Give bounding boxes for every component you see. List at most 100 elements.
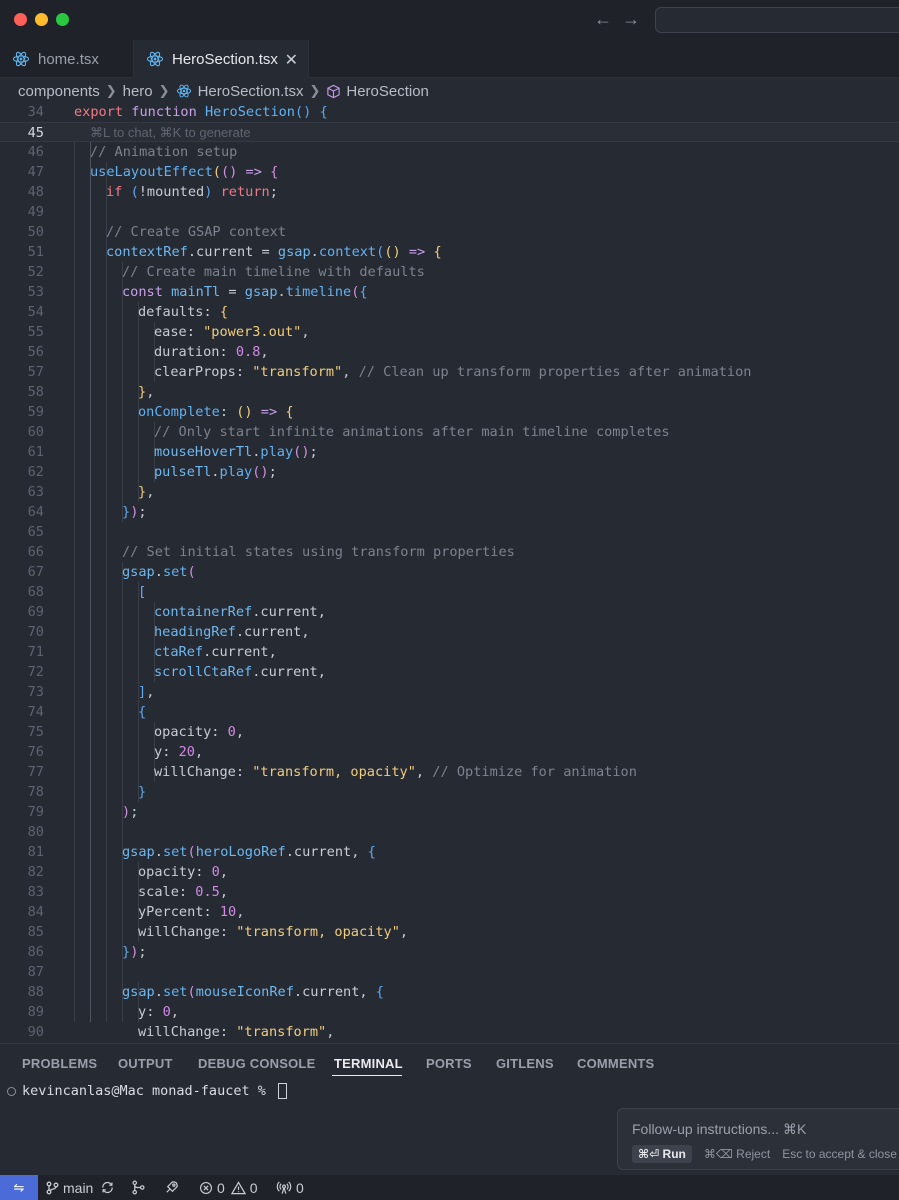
code-line[interactable]: 89 y: 0, xyxy=(0,1002,899,1022)
breadcrumb-item-components[interactable]: components xyxy=(18,83,100,100)
code-text: useLayoutEffect(() => { xyxy=(90,162,278,182)
line-number: 49 xyxy=(27,204,44,220)
rocket-icon[interactable] xyxy=(164,1175,183,1200)
source-control-graph-icon[interactable] xyxy=(131,1175,150,1200)
code-line[interactable]: 69 containerRef.current, xyxy=(0,602,899,622)
code-line[interactable]: 77 willChange: "transform, opacity", // O… xyxy=(0,762,899,782)
command-center-search[interactable] xyxy=(655,7,899,33)
code-line[interactable]: 75 opacity: 0, xyxy=(0,722,899,742)
close-window-button[interactable] xyxy=(14,13,27,26)
line-number: 51 xyxy=(27,244,44,260)
code-line[interactable]: 45 ⌘L to chat, ⌘K to generate xyxy=(0,122,899,142)
code-token: // Optimize for animation xyxy=(432,764,637,780)
code-token: . xyxy=(187,244,197,260)
react-icon xyxy=(12,51,30,67)
code-token: 0 xyxy=(162,1004,171,1020)
breadcrumb-item-hero[interactable]: hero xyxy=(123,83,153,100)
tab-debug-console[interactable]: DEBUG CONSOLE xyxy=(198,1056,315,1071)
code-line[interactable]: 47 useLayoutEffect(() => { xyxy=(0,162,899,182)
code-line[interactable]: 84 yPercent: 10, xyxy=(0,902,899,922)
code-line[interactable]: 70 headingRef.current, xyxy=(0,622,899,642)
code-token: { xyxy=(319,104,328,120)
code-line[interactable]: 51 contextRef.current = gsap.context(() =… xyxy=(0,242,899,262)
code-line[interactable]: 58}, xyxy=(0,382,899,402)
code-line[interactable]: 74 { xyxy=(0,702,899,722)
code-line[interactable]: 49 xyxy=(0,202,899,222)
code-line[interactable]: 53 const mainTl = gsap.timeline({ xyxy=(0,282,899,302)
code-line[interactable]: 59 onComplete: () => { xyxy=(0,402,899,422)
arrow-left-icon[interactable]: ← xyxy=(592,8,614,30)
tab-comments[interactable]: COMMENTS xyxy=(577,1056,654,1071)
code-line[interactable]: 87 xyxy=(0,962,899,982)
code-line[interactable]: 76 y: 20, xyxy=(0,742,899,762)
code-line[interactable]: 71 ctaRef.current, xyxy=(0,642,899,662)
code-line[interactable]: 67 gsap.set( xyxy=(0,562,899,582)
code-token: , xyxy=(219,864,229,880)
breadcrumb-item-symbol[interactable]: HeroSection xyxy=(346,83,429,100)
code-token: opacity xyxy=(138,864,196,880)
breadcrumb: components ❯ hero ❯ HeroSection.tsx ❯ He… xyxy=(18,80,429,102)
code-line[interactable]: 85 willChange: "transform, opacity", xyxy=(0,922,899,942)
code-token: . xyxy=(310,244,319,260)
code-line[interactable]: 79); xyxy=(0,802,899,822)
code-line[interactable]: 88 gsap.set(mouseIconRef.current, { xyxy=(0,982,899,1002)
code-editor[interactable]: 34 export function HeroSection() {45 ⌘L to… xyxy=(0,102,899,1043)
code-line[interactable]: 81 gsap.set(heroLogoRef.current, { xyxy=(0,842,899,862)
tab-terminal[interactable]: TERMINAL xyxy=(334,1056,403,1071)
reject-button[interactable]: ⌘⌫ Reject xyxy=(704,1147,770,1161)
arrow-right-icon[interactable]: → xyxy=(620,8,642,30)
code-token: play xyxy=(219,464,253,480)
tab-ports[interactable]: PORTS xyxy=(426,1056,472,1071)
code-line[interactable]: 86}); xyxy=(0,942,899,962)
branch-indicator[interactable]: main xyxy=(46,1175,93,1200)
code-line[interactable]: 34 export function HeroSection() { xyxy=(0,102,899,122)
code-line[interactable]: 90 willChange: "transform", xyxy=(0,1022,899,1042)
code-line[interactable]: 65 xyxy=(0,522,899,542)
code-token: { xyxy=(138,704,147,720)
tab-home-tsx[interactable]: home.tsx xyxy=(0,40,134,78)
tab-problems[interactable]: PROBLEMS xyxy=(22,1056,97,1071)
tab-gitlens[interactable]: GITLENS xyxy=(496,1056,554,1071)
problems-indicator[interactable]: 0 0 xyxy=(199,1175,258,1200)
close-icon[interactable]: ✕ xyxy=(285,50,298,70)
code-token: pulseTl xyxy=(154,464,212,480)
code-line[interactable]: 80 xyxy=(0,822,899,842)
code-text: scrollCtaRef.current, xyxy=(154,662,326,682)
code-line[interactable]: 61 mouseHoverTl.play(); xyxy=(0,442,899,462)
run-button[interactable]: ⌘⏎ Run xyxy=(632,1145,692,1163)
code-line[interactable]: 83 scale: 0.5, xyxy=(0,882,899,902)
code-line[interactable]: 55 ease: "power3.out", xyxy=(0,322,899,342)
code-line[interactable]: 64}); xyxy=(0,502,899,522)
line-number: 69 xyxy=(27,604,44,620)
code-line[interactable]: 72 scrollCtaRef.current, xyxy=(0,662,899,682)
tab-output[interactable]: OUTPUT xyxy=(118,1056,173,1071)
code-token: , xyxy=(301,624,310,640)
code-line[interactable]: 52 // Create main timeline with defaults xyxy=(0,262,899,282)
code-line[interactable]: 73], xyxy=(0,682,899,702)
code-line[interactable]: 82 opacity: 0, xyxy=(0,862,899,882)
code-line[interactable]: 54 defaults: { xyxy=(0,302,899,322)
code-line[interactable]: 62 pulseTl.play(); xyxy=(0,462,899,482)
code-line[interactable]: 63}, xyxy=(0,482,899,502)
minimize-window-button[interactable] xyxy=(35,13,48,26)
code-line[interactable]: 66 // Set initial states using transform … xyxy=(0,542,899,562)
sync-icon[interactable] xyxy=(100,1175,119,1200)
terminal-line[interactable]: kevincanlas@Mac monad-faucet % xyxy=(7,1083,287,1099)
code-line[interactable]: 78} xyxy=(0,782,899,802)
remote-indicator-icon[interactable]: ⇋ xyxy=(0,1175,38,1200)
breadcrumb-item-file[interactable]: HeroSection.tsx xyxy=(198,83,304,100)
accept-hint[interactable]: Esc to accept & close xyxy=(782,1147,897,1161)
code-token: 0 xyxy=(227,724,236,740)
code-line[interactable]: 68 [ xyxy=(0,582,899,602)
code-token: , xyxy=(146,684,155,700)
code-line[interactable]: 50 // Create GSAP context xyxy=(0,222,899,242)
followup-input[interactable]: Follow-up instructions... ⌘K xyxy=(632,1121,806,1138)
maximize-window-button[interactable] xyxy=(56,13,69,26)
ports-indicator[interactable]: 0 xyxy=(276,1175,304,1200)
code-line[interactable]: 48 if (!mounted) return; xyxy=(0,182,899,202)
code-line[interactable]: 60 // Only start infinite animations afte… xyxy=(0,422,899,442)
code-line[interactable]: 57 clearProps: "transform", // Clean up t… xyxy=(0,362,899,382)
code-line[interactable]: 56 duration: 0.8, xyxy=(0,342,899,362)
code-line[interactable]: 46 // Animation setup xyxy=(0,142,899,162)
tab-herosection-tsx[interactable]: HeroSection.tsx ✕ xyxy=(134,40,309,78)
